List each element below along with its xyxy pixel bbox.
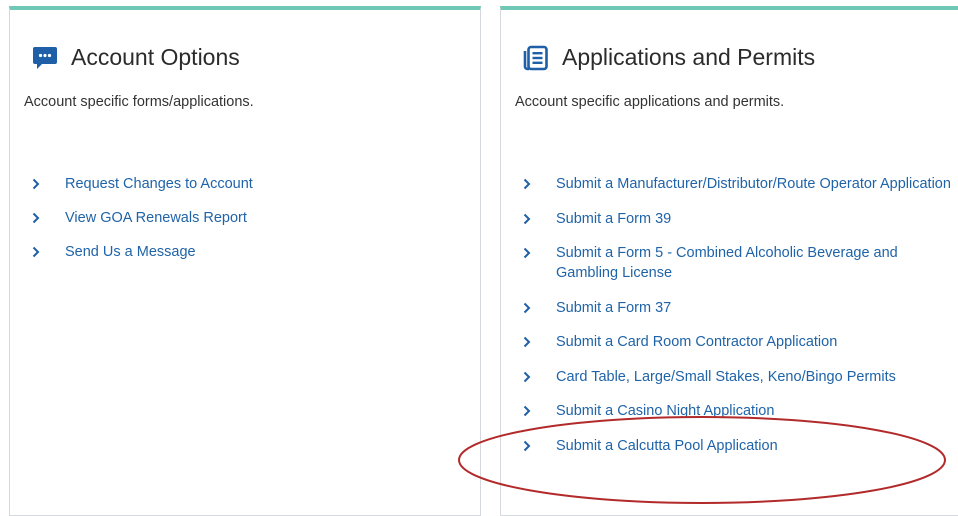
chevron-right-icon [32,242,44,262]
list-item: Submit a Casino Night Application [523,401,953,421]
submit-calcutta-pool-link[interactable]: Submit a Calcutta Pool Application [556,436,778,456]
list-item: View GOA Renewals Report [32,208,253,228]
chevron-right-icon [32,208,44,228]
chevron-right-icon [523,209,535,229]
list-item: Submit a Form 37 [523,298,953,318]
chevron-right-icon [523,401,535,421]
chevron-right-icon [523,436,535,456]
account-options-title-text: Account Options [71,44,240,70]
list-item: Submit a Form 39 [523,209,953,229]
list-item: Submit a Form 5 - Combined Alcoholic Bev… [523,243,953,283]
request-changes-link[interactable]: Request Changes to Account [65,174,253,194]
applications-permits-links: Submit a Manufacturer/Distributor/Route … [523,174,953,470]
applications-permits-title-text: Applications and Permits [562,44,816,70]
account-options-card: Account Options Account specific forms/a… [9,6,481,516]
list-item: Submit a Calcutta Pool Application [523,436,953,456]
submit-manufacturer-application-link[interactable]: Submit a Manufacturer/Distributor/Route … [556,174,951,194]
submit-form-5-link[interactable]: Submit a Form 5 - Combined Alcoholic Bev… [556,243,953,283]
applications-permits-description: Account specific applications and permit… [515,94,785,110]
account-options-links: Request Changes to Account View GOA Rene… [32,174,253,276]
applications-permits-card: Applications and Permits Account specifi… [500,6,958,516]
chevron-right-icon [523,332,535,352]
applications-permits-title: Applications and Permits [523,44,815,71]
send-message-link[interactable]: Send Us a Message [65,242,196,262]
document-list-icon [523,45,548,70]
list-item: Request Changes to Account [32,174,253,194]
submit-card-room-contractor-link[interactable]: Submit a Card Room Contractor Applicatio… [556,332,837,352]
chevron-right-icon [523,367,535,387]
chevron-right-icon [523,174,535,194]
submit-form-37-link[interactable]: Submit a Form 37 [556,298,671,318]
card-table-permits-link[interactable]: Card Table, Large/Small Stakes, Keno/Bin… [556,367,896,387]
account-options-description: Account specific forms/applications. [24,94,254,110]
list-item: Submit a Card Room Contractor Applicatio… [523,332,953,352]
submit-casino-night-link[interactable]: Submit a Casino Night Application [556,401,774,421]
chevron-right-icon [523,243,535,263]
list-item: Send Us a Message [32,242,253,262]
list-item: Submit a Manufacturer/Distributor/Route … [523,174,953,194]
chevron-right-icon [523,298,535,318]
view-goa-renewals-link[interactable]: View GOA Renewals Report [65,208,247,228]
list-item: Card Table, Large/Small Stakes, Keno/Bin… [523,367,953,387]
account-options-title: Account Options [32,44,240,71]
submit-form-39-link[interactable]: Submit a Form 39 [556,209,671,229]
chevron-right-icon [32,174,44,194]
chat-bubble-icon [33,46,57,69]
